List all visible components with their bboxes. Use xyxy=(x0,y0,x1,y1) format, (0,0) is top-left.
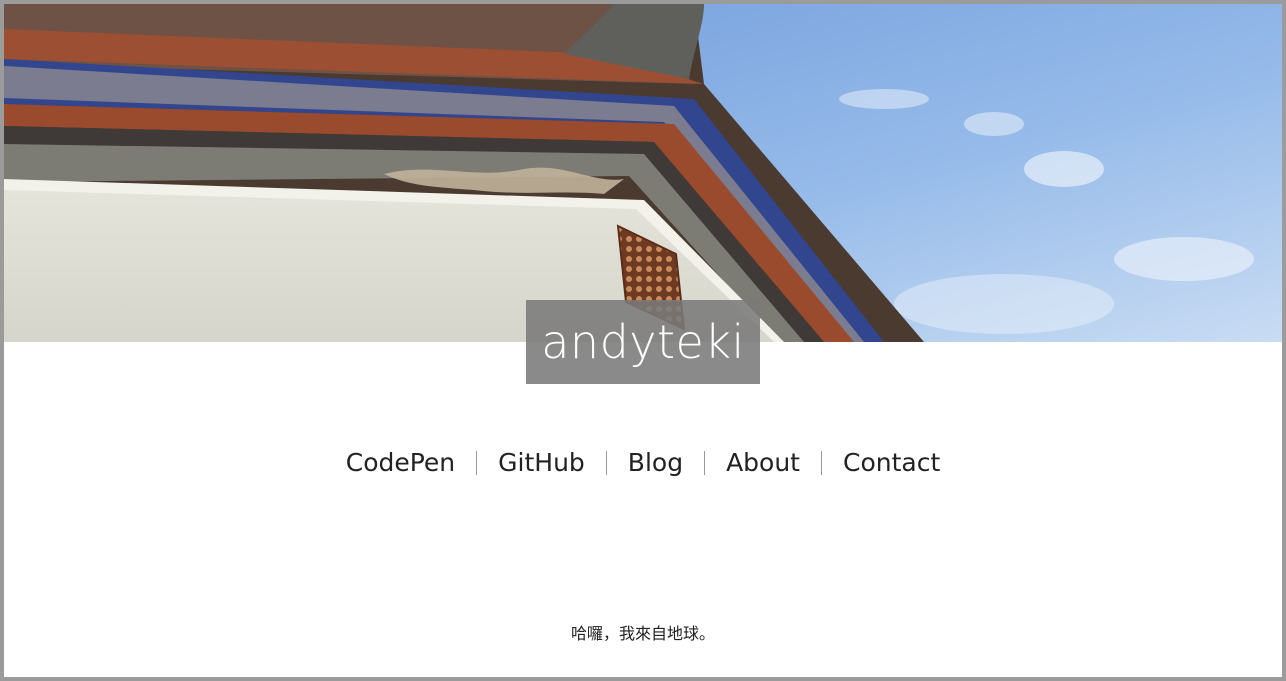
page-frame: andyteki CodePen GitHub Blog About Conta… xyxy=(0,0,1286,681)
main-nav: CodePen GitHub Blog About Contact xyxy=(4,442,1282,484)
nav-link-blog[interactable]: Blog xyxy=(607,442,704,484)
nav-link-contact[interactable]: Contact xyxy=(822,442,961,484)
site-title: andyteki xyxy=(526,300,760,384)
nav-link-about[interactable]: About xyxy=(705,442,821,484)
nav-link-github[interactable]: GitHub xyxy=(477,442,606,484)
hero-image xyxy=(4,4,1282,342)
nav-link-codepen[interactable]: CodePen xyxy=(325,442,476,484)
footer-tagline: 哈囉，我來自地球。 xyxy=(570,624,715,643)
